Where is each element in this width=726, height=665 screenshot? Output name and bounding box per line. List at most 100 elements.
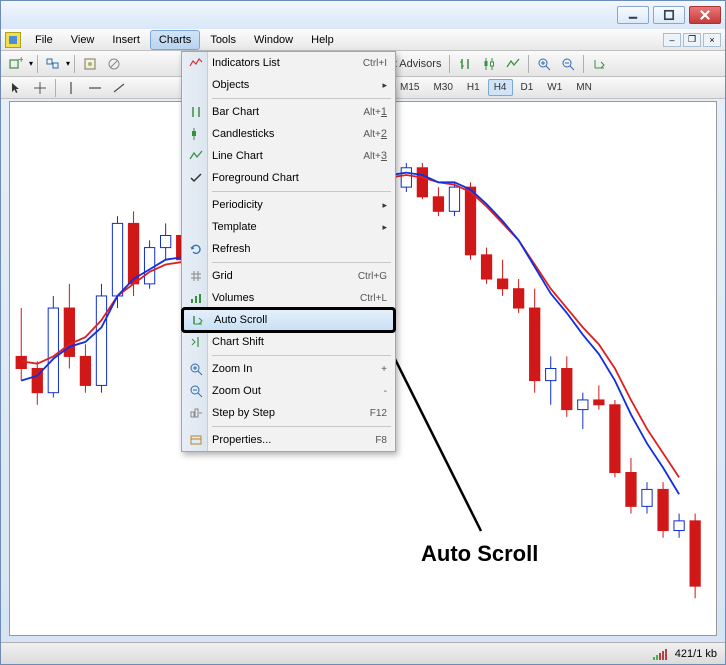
menu-auto-scroll[interactable]: Auto Scroll <box>183 309 394 331</box>
menu-periodicity[interactable]: Periodicity▸ <box>182 194 395 216</box>
menu-label: Periodicity <box>212 199 263 211</box>
autoscroll-icon <box>190 312 206 328</box>
volumes-icon <box>188 290 204 306</box>
check-icon <box>188 170 204 186</box>
trendline-icon[interactable] <box>108 78 130 98</box>
shortcut: Alt+1 <box>363 106 387 118</box>
bar-chart-icon[interactable] <box>454 54 476 74</box>
vertical-line-icon[interactable] <box>60 78 82 98</box>
menu-insert[interactable]: Insert <box>104 31 148 49</box>
menu-indicators-list[interactable]: Indicators List Ctrl+I <box>182 52 395 74</box>
shortcut: + <box>381 364 387 375</box>
menu-line-chart[interactable]: Line Chart Alt+3 <box>182 145 395 167</box>
zoom-in-icon <box>188 361 204 377</box>
timeframe-m30[interactable]: M30 <box>427 79 458 96</box>
menu-label: Bar Chart <box>212 106 259 118</box>
callout-label: Auto Scroll <box>421 541 538 567</box>
menu-refresh[interactable]: Refresh <box>182 238 395 260</box>
menu-file[interactable]: File <box>27 31 61 49</box>
menu-objects[interactable]: Objects ▸ <box>182 74 395 96</box>
autoscroll-icon[interactable] <box>588 54 610 74</box>
menu-label: Objects <box>212 79 249 91</box>
menu-label: Indicators List <box>212 57 280 69</box>
menu-properties[interactable]: Properties... F8 <box>182 429 395 451</box>
navigator-button[interactable] <box>103 54 125 74</box>
menu-label: Template <box>212 221 257 233</box>
statusbar: 421/1 kb <box>1 642 725 664</box>
connection-bars-icon <box>653 648 667 660</box>
menu-zoom-in[interactable]: Zoom In + <box>182 358 395 380</box>
timeframe-d1[interactable]: D1 <box>515 79 540 96</box>
traffic-label: 421/1 kb <box>675 648 717 660</box>
line-chart-icon <box>188 148 204 164</box>
timeframe-w1[interactable]: W1 <box>541 79 568 96</box>
menu-label: Line Chart <box>212 150 263 162</box>
shortcut: Ctrl+L <box>360 293 387 304</box>
menu-volumes[interactable]: Volumes Ctrl+L <box>182 287 395 309</box>
market-watch-button[interactable] <box>79 54 101 74</box>
menu-grid[interactable]: GridCtrl+G <box>182 265 395 287</box>
application-window: File View Insert Charts Tools Window Hel… <box>0 0 726 665</box>
mdi-controls: – ❐ × <box>663 33 721 47</box>
menu-help[interactable]: Help <box>303 31 342 49</box>
line-chart-icon[interactable] <box>502 54 524 74</box>
callout-line <box>381 336 501 546</box>
menu-label: Properties... <box>212 434 271 446</box>
chartshift-icon <box>188 334 204 350</box>
submenu-arrow-icon: ▸ <box>382 80 387 91</box>
zoom-out-icon <box>188 383 204 399</box>
menu-foreground-chart[interactable]: Foreground Chart <box>182 167 395 189</box>
new-chart-button[interactable]: + <box>5 54 27 74</box>
close-button[interactable] <box>689 6 721 24</box>
titlebar <box>1 1 725 29</box>
timeframe-h4[interactable]: H4 <box>488 79 513 96</box>
zoom-in-icon[interactable] <box>533 54 555 74</box>
timeframe-m15[interactable]: M15 <box>394 79 425 96</box>
menu-label: Volumes <box>212 292 254 304</box>
menu-label: Zoom Out <box>212 385 261 397</box>
cursor-icon[interactable] <box>5 78 27 98</box>
menu-bar-chart[interactable]: Bar Chart Alt+1 <box>182 101 395 123</box>
bar-chart-icon <box>188 104 204 120</box>
grid-icon <box>188 268 204 284</box>
shortcut: Ctrl+G <box>358 271 387 282</box>
svg-text:+: + <box>18 57 23 66</box>
mdi-restore-button[interactable]: ❐ <box>683 33 701 47</box>
horizontal-line-icon[interactable] <box>84 78 106 98</box>
menu-template[interactable]: Template ▸ <box>182 216 395 238</box>
menu-window[interactable]: Window <box>246 31 301 49</box>
app-icon <box>5 32 21 48</box>
shortcut: Alt+2 <box>363 128 387 140</box>
shortcut: F8 <box>375 435 387 446</box>
maximize-button[interactable] <box>653 6 685 24</box>
charts-dropdown: Indicators List Ctrl+I Objects ▸ Bar Chart… <box>181 51 396 452</box>
menu-label: Chart Shift <box>212 336 264 348</box>
indicators-icon <box>188 55 204 71</box>
menu-label: Zoom In <box>212 363 252 375</box>
menu-view[interactable]: View <box>63 31 103 49</box>
menu-step-by-step[interactable]: Step by StepF12 <box>182 402 395 424</box>
properties-icon <box>188 432 204 448</box>
candlestick-icon <box>188 126 204 142</box>
profiles-button[interactable] <box>42 54 64 74</box>
refresh-icon <box>188 241 204 257</box>
timeframe-h1[interactable]: H1 <box>461 79 486 96</box>
menu-tools[interactable]: Tools <box>202 31 244 49</box>
menu-charts[interactable]: Charts <box>150 30 200 50</box>
menubar: File View Insert Charts Tools Window Hel… <box>1 29 725 51</box>
submenu-arrow-icon: ▸ <box>382 222 387 233</box>
menu-label: Refresh <box>212 243 251 255</box>
candlestick-icon[interactable] <box>478 54 500 74</box>
crosshair-icon[interactable] <box>29 78 51 98</box>
mdi-minimize-button[interactable]: – <box>663 33 681 47</box>
menu-chart-shift[interactable]: Chart Shift <box>182 331 395 353</box>
menu-label: Auto Scroll <box>214 314 267 326</box>
menu-zoom-out[interactable]: Zoom Out- <box>182 380 395 402</box>
shortcut: Ctrl+I <box>363 58 387 69</box>
menu-candlesticks[interactable]: CandlesticksAlt+2 <box>182 123 395 145</box>
minimize-button[interactable] <box>617 6 649 24</box>
timeframe-mn[interactable]: MN <box>570 79 598 96</box>
shortcut: Alt+3 <box>363 150 387 162</box>
mdi-close-button[interactable]: × <box>703 33 721 47</box>
zoom-out-icon[interactable] <box>557 54 579 74</box>
